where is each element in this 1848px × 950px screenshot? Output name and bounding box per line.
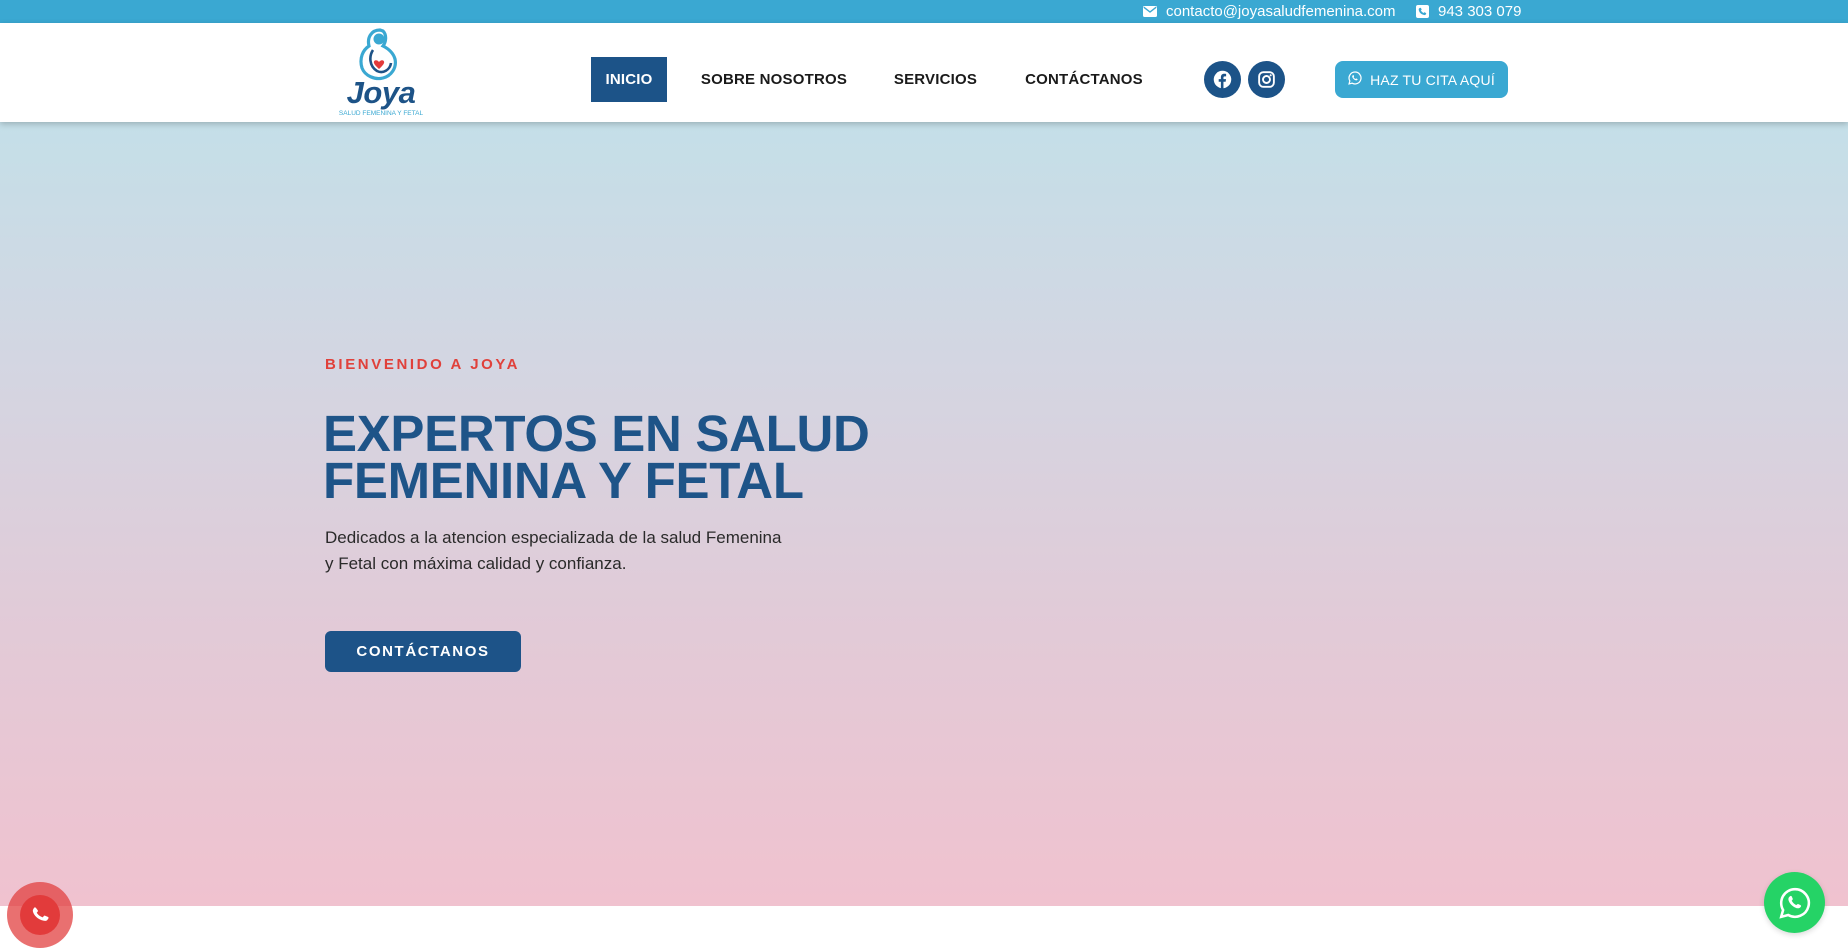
- hero-headline: EXPERTOS EN SALUD FEMENINA Y FETAL: [323, 405, 943, 509]
- hero-section: [0, 122, 1848, 906]
- hero-description-line2: y Fetal con máxima calidad y confianza.: [325, 554, 627, 573]
- hero-description: Dedicados a la atencion especializada de…: [325, 525, 845, 577]
- nav-inicio[interactable]: INICIO: [591, 57, 667, 102]
- hero-contact-button[interactable]: CONTÁCTANOS: [325, 631, 521, 672]
- hero-eyebrow: BIENVENIDO A JOYA: [325, 356, 521, 373]
- hero-description-line1: Dedicados a la atencion especializada de…: [325, 528, 782, 547]
- book-appointment-label[interactable]: HAZ TU CITA AQUÍ: [1370, 72, 1495, 88]
- whatsapp-icon: [1778, 887, 1810, 919]
- site-logo[interactable]: Joya SALUD FEMENINA Y FETAL: [333, 26, 429, 120]
- call-floating-button[interactable]: [7, 882, 73, 948]
- envelope-icon: [1143, 6, 1157, 17]
- topbar-email-text[interactable]: contacto@joyasaludfemenina.com: [1166, 3, 1396, 20]
- whatsapp-floating-button[interactable]: [1764, 872, 1825, 933]
- hero-headline-line1: EXPERTOS EN SALUD: [323, 405, 870, 462]
- call-fab-inner: [20, 895, 60, 935]
- topbar-phone-text[interactable]: 943 303 079: [1438, 3, 1521, 20]
- nav-sobre-nosotros[interactable]: SOBRE NOSOTROS: [691, 57, 857, 102]
- phone-square-icon: [1416, 5, 1429, 18]
- whatsapp-icon: [1348, 71, 1362, 88]
- top-contact-bar: contacto@joyasaludfemenina.com 943 303 0…: [0, 0, 1848, 23]
- logo-brand-text: Joya: [346, 75, 416, 110]
- book-appointment-button[interactable]: HAZ TU CITA AQUÍ: [1335, 61, 1508, 98]
- logo-tagline: SALUD FEMENINA Y FETAL: [338, 110, 424, 117]
- phone-icon: [32, 907, 49, 921]
- site-header: Joya SALUD FEMENINA Y FETAL INICIO SOBRE…: [0, 23, 1848, 122]
- facebook-icon[interactable]: [1204, 61, 1241, 98]
- nav-contactanos[interactable]: CONTÁCTANOS: [1019, 57, 1149, 102]
- instagram-icon[interactable]: [1248, 61, 1285, 98]
- nav-servicios[interactable]: SERVICIOS: [884, 57, 987, 102]
- hero-headline-line2: FEMENINA Y FETAL: [323, 452, 804, 509]
- topbar-phone[interactable]: 943 303 079: [1416, 0, 1521, 23]
- topbar-email[interactable]: contacto@joyasaludfemenina.com: [1143, 0, 1396, 23]
